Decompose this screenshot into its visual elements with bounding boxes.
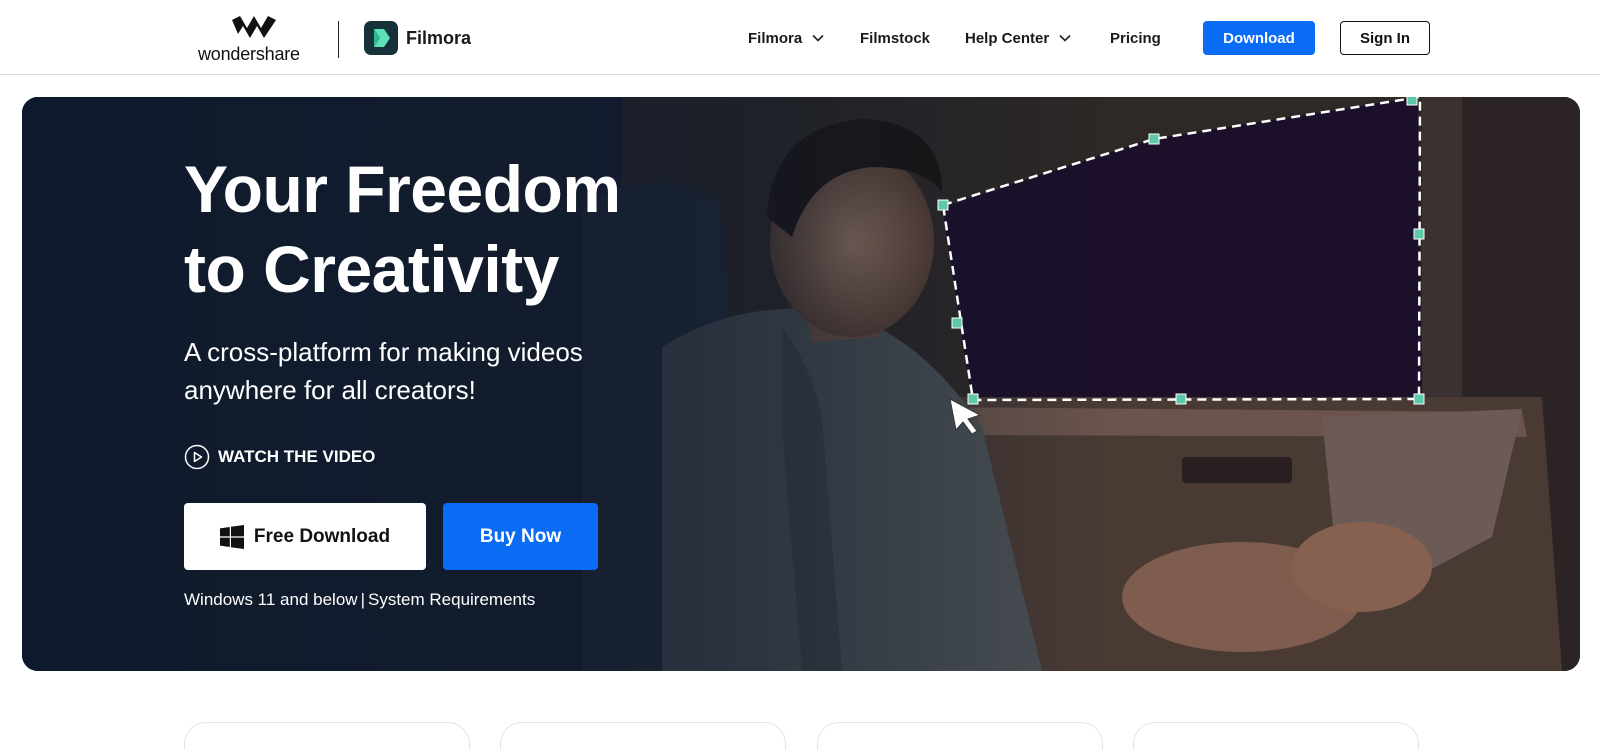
hero-subtitle: A cross-platform for making videos anywh… <box>184 333 644 409</box>
hero-banner: Your Freedom to Creativity A cross-platf… <box>22 97 1580 671</box>
nav-filmstock-label: Filmstock <box>860 29 931 47</box>
hero-title-line1: Your Freedom <box>184 152 621 226</box>
wondershare-logo-icon <box>232 16 276 38</box>
brand-name: wondershare <box>198 44 300 64</box>
header-download-button[interactable]: Download <box>1203 21 1315 55</box>
buy-now-button[interactable]: Buy Now <box>443 503 598 570</box>
site-header: wondershare Filmora Filmora Filmstock He… <box>0 0 1600 75</box>
system-note: Windows 11 and below | System Requiremen… <box>184 590 535 610</box>
nav-help-center[interactable]: Help Center <box>965 26 1072 50</box>
filmora-logo[interactable]: Filmora <box>364 21 471 55</box>
chevron-down-icon <box>1059 34 1071 42</box>
nav-help-center-label: Help Center <box>965 29 1050 47</box>
note-separator: | <box>360 590 365 609</box>
free-download-button[interactable]: Free Download <box>184 503 426 570</box>
wondershare-logo[interactable]: wondershare <box>198 16 310 64</box>
sign-in-button[interactable]: Sign In <box>1340 21 1430 55</box>
system-requirements-link[interactable]: System Requirements <box>368 590 535 610</box>
feature-card[interactable] <box>1133 722 1419 750</box>
hero-subtitle-line1: A cross-platform for making videos <box>184 337 583 367</box>
filmora-logo-icon <box>364 21 398 55</box>
nav-pricing-label: Pricing <box>1110 29 1161 47</box>
play-circle-icon <box>184 444 210 470</box>
feature-card[interactable] <box>184 722 470 750</box>
nav-filmora-label: Filmora <box>748 29 803 47</box>
free-download-label: Free Download <box>253 525 391 547</box>
logo-divider <box>338 21 339 58</box>
nav-filmora[interactable]: Filmora <box>748 26 825 50</box>
chevron-down-icon <box>812 34 824 42</box>
nav-pricing[interactable]: Pricing <box>1110 26 1161 50</box>
watch-video-label: WATCH THE VIDEO <box>218 447 376 466</box>
hero-title-line2: to Creativity <box>184 232 559 306</box>
hero-title: Your Freedom to Creativity <box>184 149 684 309</box>
product-name: Filmora <box>406 27 472 48</box>
feature-card[interactable] <box>817 722 1103 750</box>
feature-card[interactable] <box>500 722 786 750</box>
windows-icon <box>219 524 244 549</box>
watch-video-link[interactable]: WATCH THE VIDEO <box>184 444 375 470</box>
hero-subtitle-line2: anywhere for all creators! <box>184 375 476 405</box>
nav-filmstock[interactable]: Filmstock <box>860 26 930 50</box>
os-note: Windows 11 and below <box>184 590 358 609</box>
